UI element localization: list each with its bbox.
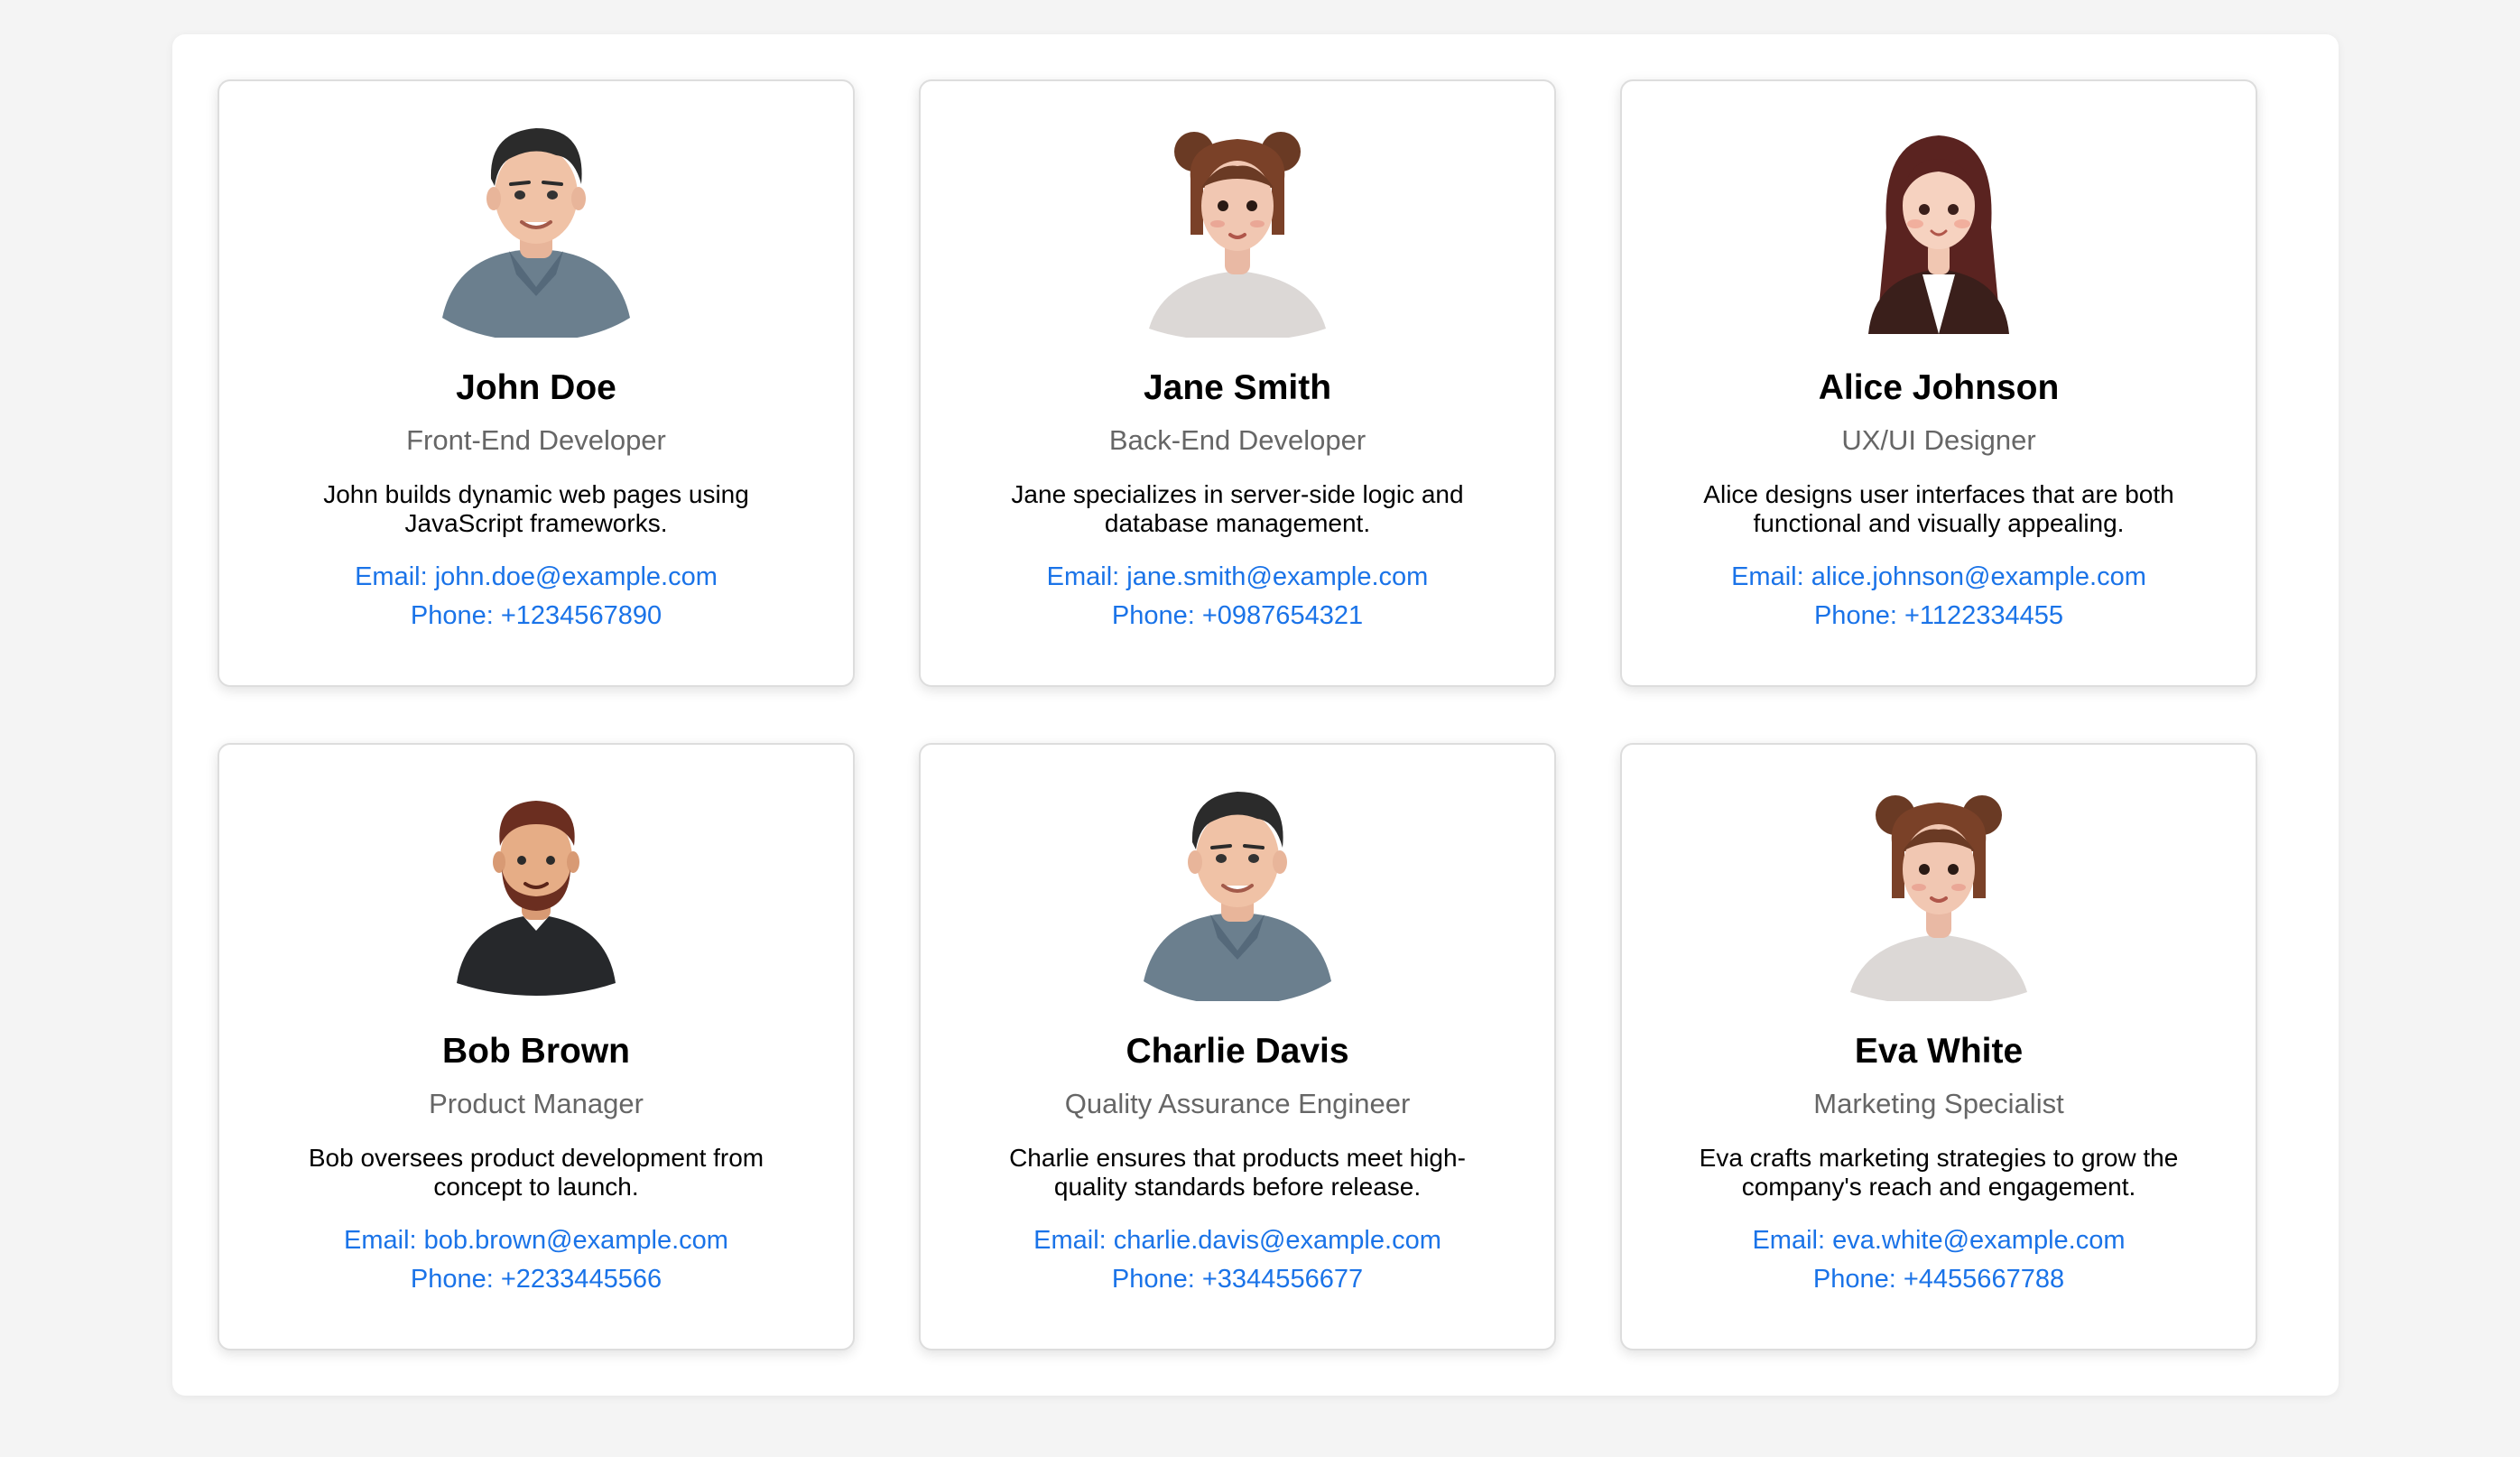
member-contact: Email: eva.white@example.com Phone: +445… (1622, 1221, 2256, 1299)
member-name: Jane Smith (1143, 368, 1332, 407)
avatar (1131, 779, 1344, 1001)
member-description: Charlie ensures that products meet high-… (1009, 1144, 1466, 1201)
member-description: John builds dynamic web pages using Java… (323, 480, 749, 537)
member-contact: Email: john.doe@example.com Phone: +1234… (219, 558, 853, 636)
member-role: Product Manager (429, 1088, 644, 1119)
member-description: Alice designs user interfaces that are b… (1703, 480, 2174, 537)
team-card: Charlie Davis Quality Assurance Engineer… (919, 743, 1556, 1350)
member-contact: Email: jane.smith@example.com Phone: +09… (921, 558, 1554, 636)
member-contact: Email: charlie.davis@example.com Phone: … (921, 1221, 1554, 1299)
member-description: Eva crafts marketing strategies to grow … (1699, 1144, 2179, 1201)
avatar (430, 779, 643, 1001)
member-name: Alice Johnson (1818, 368, 2060, 407)
team-card: Alice Johnson UX/UI Designer Alice desig… (1620, 79, 2257, 687)
member-name: Eva White (1854, 1032, 2024, 1071)
phone-link[interactable]: Phone: +3344556677 (921, 1260, 1554, 1299)
phone-link[interactable]: Phone: +0987654321 (921, 597, 1554, 636)
team-card: Eva White Marketing Specialist Eva craft… (1620, 743, 2257, 1350)
member-role: UX/UI Designer (1841, 424, 2036, 456)
phone-link[interactable]: Phone: +4455667788 (1622, 1260, 2256, 1299)
avatar (1832, 779, 2045, 1001)
email-link[interactable]: Email: jane.smith@example.com (921, 558, 1554, 597)
member-description: Bob oversees product development from co… (308, 1144, 764, 1201)
member-contact: Email: alice.johnson@example.com Phone: … (1622, 558, 2256, 636)
phone-link[interactable]: Phone: +2233445566 (219, 1260, 853, 1299)
page: John Doe Front-End Developer John builds… (0, 0, 2520, 1457)
email-link[interactable]: Email: eva.white@example.com (1622, 1221, 2256, 1260)
member-role: Marketing Specialist (1813, 1088, 2064, 1119)
avatar (430, 116, 643, 338)
team-card: Jane Smith Back-End Developer Jane speci… (919, 79, 1556, 687)
avatar (1832, 116, 2045, 338)
email-link[interactable]: Email: bob.brown@example.com (219, 1221, 853, 1260)
team-container: John Doe Front-End Developer John builds… (172, 34, 2339, 1396)
member-name: Charlie Davis (1126, 1032, 1349, 1071)
member-role: Quality Assurance Engineer (1064, 1088, 1411, 1119)
team-card: Bob Brown Product Manager Bob oversees p… (218, 743, 855, 1350)
member-contact: Email: bob.brown@example.com Phone: +223… (219, 1221, 853, 1299)
member-role: Back-End Developer (1108, 424, 1367, 456)
team-grid: John Doe Front-End Developer John builds… (218, 79, 2257, 1350)
member-description: Jane specializes in server-side logic an… (1011, 480, 1464, 537)
member-role: Front-End Developer (406, 424, 666, 456)
member-name: Bob Brown (442, 1032, 630, 1071)
phone-link[interactable]: Phone: +1234567890 (219, 597, 853, 636)
email-link[interactable]: Email: charlie.davis@example.com (921, 1221, 1554, 1260)
email-link[interactable]: Email: alice.johnson@example.com (1622, 558, 2256, 597)
member-name: John Doe (456, 368, 616, 407)
email-link[interactable]: Email: john.doe@example.com (219, 558, 853, 597)
team-card: John Doe Front-End Developer John builds… (218, 79, 855, 687)
phone-link[interactable]: Phone: +1122334455 (1622, 597, 2256, 636)
avatar (1131, 116, 1344, 338)
